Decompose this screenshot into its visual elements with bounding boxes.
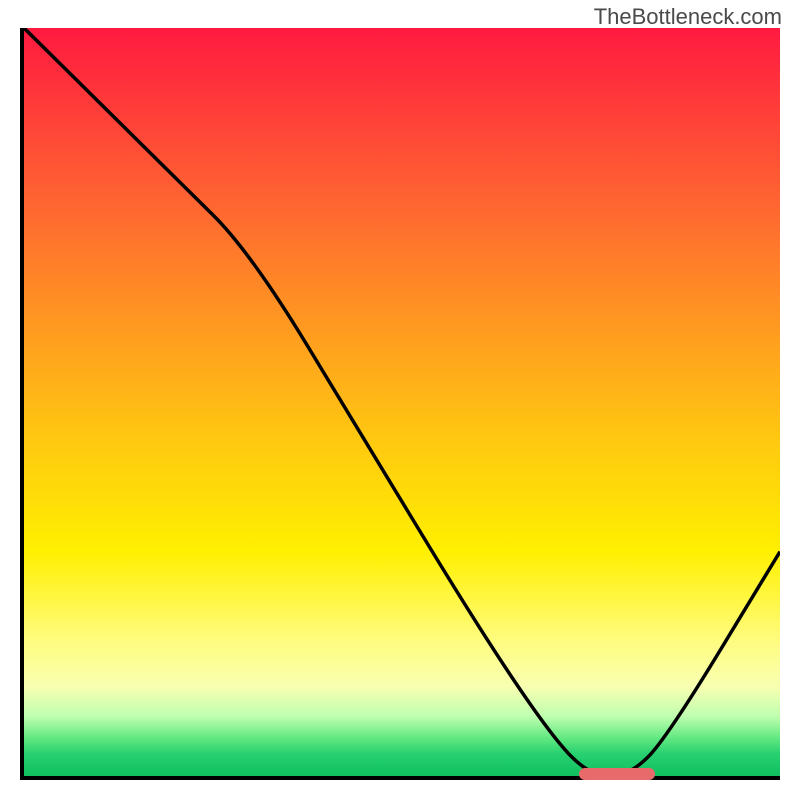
plot-area xyxy=(20,28,780,780)
chart-container: TheBottleneck.com xyxy=(0,0,800,800)
bottleneck-curve-path xyxy=(24,28,780,776)
curve-svg xyxy=(24,28,780,776)
optimal-marker xyxy=(579,768,655,780)
watermark-text: TheBottleneck.com xyxy=(594,4,782,30)
